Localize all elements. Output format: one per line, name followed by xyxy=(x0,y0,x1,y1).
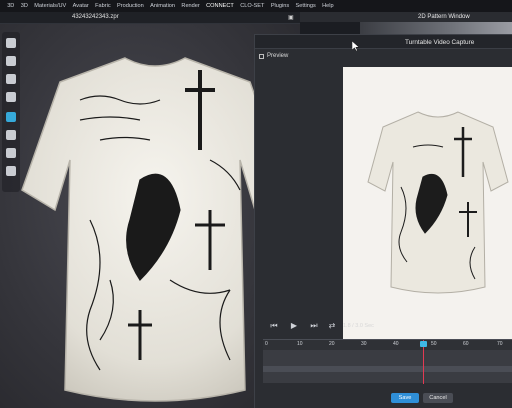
pattern-window-header: 2D Pattern Window xyxy=(300,12,512,22)
menu-plugins[interactable]: Plugins xyxy=(268,3,293,9)
dialog-footer: Save Cancel xyxy=(255,385,512,408)
file-tab: 43243242343.zpr ▣ xyxy=(0,12,300,24)
menu-fabric[interactable]: Fabric xyxy=(92,3,114,9)
view-icon[interactable] xyxy=(6,38,16,48)
timeline-ruler: 0 10 20 30 40 50 60 70 xyxy=(263,340,512,350)
menu-render[interactable]: Render xyxy=(178,3,203,9)
dialog-title-bar[interactable]: Turntable Video Capture xyxy=(255,35,512,49)
preview-image xyxy=(343,67,512,339)
tick-label: 70 xyxy=(497,341,503,347)
pattern-window-title: 2D Pattern Window xyxy=(418,13,470,20)
menu-production[interactable]: Production xyxy=(114,3,147,9)
menu-animation[interactable]: Animation xyxy=(147,3,178,9)
file-name: 43243242343.zpr xyxy=(72,14,119,20)
timeline-track[interactable] xyxy=(263,366,512,372)
menu-avatar[interactable]: Avatar xyxy=(69,3,91,9)
cancel-button[interactable]: Cancel xyxy=(423,393,453,403)
playhead-handle[interactable] xyxy=(420,341,427,347)
cursor-icon xyxy=(352,41,360,51)
dialog-title: Turntable Video Capture xyxy=(405,38,475,46)
menu-settings[interactable]: Settings xyxy=(292,3,319,9)
save-label: Save xyxy=(398,395,412,401)
tick-label: 60 xyxy=(463,341,469,347)
menu-3d-2[interactable]: 3D xyxy=(18,3,32,9)
person-icon[interactable] xyxy=(6,92,16,102)
preview-section: Preview xyxy=(259,53,288,59)
playback-controls: ⏮ ▶ ⏭ ⇄ 1.8 / 3.0 Sec xyxy=(259,319,512,335)
render-icon[interactable] xyxy=(6,166,16,176)
preview-checkbox[interactable] xyxy=(259,53,264,59)
avatar-icon[interactable] xyxy=(6,56,16,66)
garment-icon[interactable] xyxy=(6,74,16,84)
menu-help[interactable]: Help xyxy=(319,3,337,9)
tick-label: 20 xyxy=(329,341,335,347)
left-toolbar xyxy=(2,32,20,192)
menu-materials[interactable]: Materials/UV xyxy=(31,3,69,9)
menu-connect[interactable]: CONNECT xyxy=(203,3,237,9)
turntable-dialog: Turntable Video Capture Preview ⏮ ▶ ⏭ ⇄ … xyxy=(254,34,512,408)
menu-clo-set[interactable]: CLO-SET xyxy=(237,3,268,9)
rewind-icon[interactable]: ⏮ xyxy=(269,321,279,331)
play-icon[interactable]: ▶ xyxy=(289,321,299,331)
loop-icon[interactable]: ⇄ xyxy=(327,321,337,331)
screen: 3D 3D Materials/UV Avatar Fabric Product… xyxy=(0,0,512,408)
select-icon[interactable] xyxy=(6,112,16,122)
tick-label: 30 xyxy=(361,341,367,347)
cancel-label: Cancel xyxy=(429,395,447,401)
menu-3d-1[interactable]: 3D xyxy=(4,3,18,9)
shirt-3d-model[interactable] xyxy=(20,40,290,408)
tick-label: 10 xyxy=(297,341,303,347)
tick-label: 40 xyxy=(393,341,399,347)
save-button[interactable]: Save xyxy=(391,393,419,403)
fast-forward-icon[interactable]: ⏭ xyxy=(309,321,319,331)
tick-label: 50 xyxy=(431,341,437,347)
preview-label: Preview xyxy=(267,53,289,59)
time-readout: 1.8 / 3.0 Sec xyxy=(343,323,374,329)
menu-bar: 3D 3D Materials/UV Avatar Fabric Product… xyxy=(0,0,512,12)
timeline[interactable]: 0 10 20 30 40 50 60 70 xyxy=(263,339,512,384)
tick-label: 0 xyxy=(265,341,268,347)
light-icon[interactable] xyxy=(6,148,16,158)
pin-icon[interactable]: ▣ xyxy=(288,14,296,22)
measure-icon[interactable] xyxy=(6,130,16,140)
